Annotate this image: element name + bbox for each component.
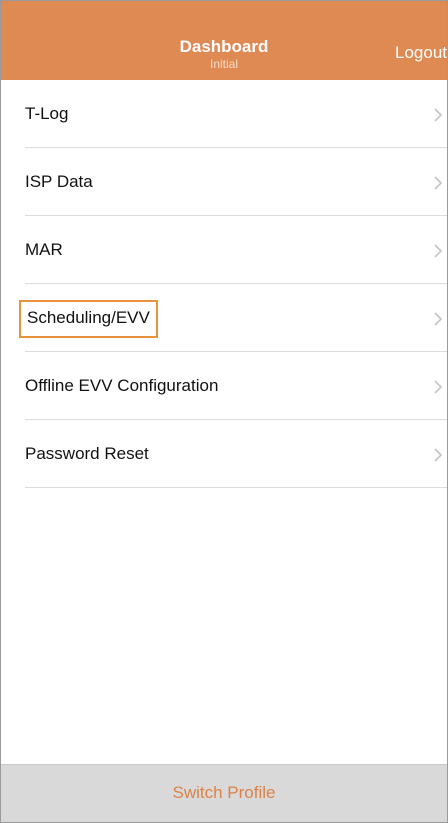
- chevron-right-icon: [434, 108, 443, 122]
- menu-item-label: Scheduling/EVV: [19, 300, 158, 338]
- menu-item-label: MAR: [25, 240, 63, 259]
- logout-button[interactable]: Logout: [395, 43, 447, 63]
- chevron-right-icon: [434, 312, 443, 326]
- switch-profile-button[interactable]: Switch Profile: [1, 783, 447, 803]
- menu-item-mar[interactable]: MAR: [1, 216, 447, 284]
- menu-item-password-reset[interactable]: Password Reset: [1, 420, 447, 488]
- menu-item-label: Password Reset: [25, 444, 149, 463]
- menu-item-isp-data[interactable]: ISP Data: [1, 148, 447, 216]
- chevron-right-icon: [434, 448, 443, 462]
- menu-item-label: T-Log: [25, 104, 69, 123]
- navigation-bar: Dashboard Initial Logout: [1, 1, 447, 80]
- chevron-right-icon: [434, 380, 443, 394]
- app-screen: Dashboard Initial Logout T-Log ISP Data …: [0, 0, 448, 823]
- menu-item-t-log[interactable]: T-Log: [1, 80, 447, 148]
- menu-item-scheduling-evv[interactable]: Scheduling/EVV: [1, 284, 447, 352]
- menu-item-label: Offline EVV Configuration: [25, 376, 219, 395]
- menu-item-label: ISP Data: [25, 172, 93, 191]
- chevron-right-icon: [434, 176, 443, 190]
- chevron-right-icon: [434, 244, 443, 258]
- menu-list: T-Log ISP Data MAR Scheduling/EVV Offlin…: [1, 80, 447, 488]
- bottom-toolbar: Switch Profile: [1, 764, 447, 822]
- menu-item-offline-evv-configuration[interactable]: Offline EVV Configuration: [1, 352, 447, 420]
- page-title: Dashboard: [179, 37, 269, 56]
- page-subtitle: Initial: [209, 57, 238, 71]
- nav-title-group: Dashboard Initial: [1, 37, 447, 71]
